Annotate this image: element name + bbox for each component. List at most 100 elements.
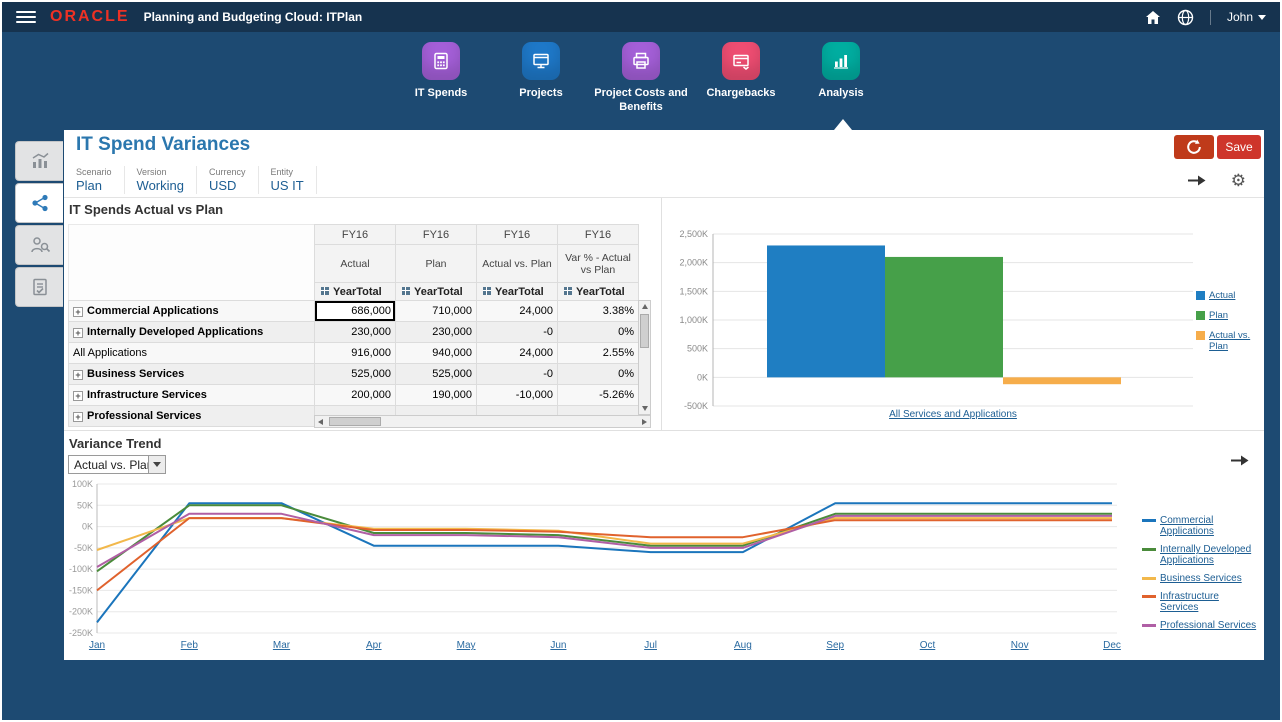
user-menu[interactable]: John	[1227, 10, 1266, 24]
grid-cell[interactable]: 230,000	[396, 322, 477, 343]
settings-gear-icon[interactable]: ⚙	[1231, 172, 1246, 189]
column-header-year[interactable]: FY16	[477, 225, 558, 245]
legend-item-internally-developed-applications[interactable]: Internally Developed Applications	[1142, 544, 1260, 566]
legend-item-actual-vs-plan[interactable]: Actual vs. Plan	[1196, 330, 1260, 352]
pov-dim-value[interactable]: US IT	[271, 178, 304, 193]
expand-icon[interactable]: +	[73, 412, 83, 422]
expand-icon[interactable]: +	[73, 307, 83, 317]
grid-cell[interactable]: 710,000	[396, 301, 477, 322]
grid-cell[interactable]: -0	[477, 364, 558, 385]
horizontal-scroll-thumb[interactable]	[329, 417, 381, 426]
row-header-all-applications[interactable]: All Applications	[69, 343, 315, 364]
column-header-measure[interactable]: Actual vs. Plan	[477, 245, 558, 283]
month-label-aug[interactable]: Aug	[734, 640, 752, 651]
month-label-nov[interactable]: Nov	[1011, 640, 1029, 651]
row-header-professional-services[interactable]: +Professional Services	[69, 406, 315, 427]
horizontal-scrollbar[interactable]	[314, 415, 651, 428]
month-label-oct[interactable]: Oct	[920, 640, 936, 651]
column-header-period[interactable]: YearTotal	[315, 283, 396, 301]
legend-item-infrastructure-services[interactable]: Infrastructure Services	[1142, 591, 1260, 613]
save-button[interactable]: Save	[1217, 135, 1261, 159]
bar-actual-vs-plan[interactable]	[1003, 377, 1121, 384]
nav-item-projects[interactable]: Projects	[491, 34, 591, 101]
refresh-button[interactable]	[1174, 135, 1214, 159]
nav-item-project-costs[interactable]: Project Costs and Benefits	[591, 34, 691, 115]
month-label-jan[interactable]: Jan	[89, 640, 105, 651]
column-header-period[interactable]: YearTotal	[477, 283, 558, 301]
expand-icon[interactable]: +	[73, 391, 83, 401]
side-tab-sharing[interactable]	[15, 183, 63, 223]
trend-go-arrow-icon[interactable]	[1230, 454, 1250, 472]
side-tab-chart[interactable]	[15, 141, 63, 181]
home-icon[interactable]	[1145, 10, 1161, 25]
scroll-down-button[interactable]	[639, 403, 650, 414]
grid-cell[interactable]: -5.26%	[558, 385, 639, 406]
month-label-sep[interactable]: Sep	[826, 640, 844, 651]
globe-icon[interactable]	[1177, 9, 1194, 26]
month-label-jun[interactable]: Jun	[550, 640, 566, 651]
bar-plan[interactable]	[885, 257, 1003, 377]
go-arrow-icon[interactable]	[1187, 174, 1207, 187]
grid-cell[interactable]: 24,000	[477, 301, 558, 322]
nav-item-analysis[interactable]: Analysis	[791, 34, 891, 101]
pov-dim-value[interactable]: USD	[209, 178, 246, 193]
pov-dim-value[interactable]: Working	[137, 178, 184, 193]
column-header-measure[interactable]: Var % - Actual vs Plan	[558, 245, 639, 283]
grid-cell[interactable]: 230,000	[315, 322, 396, 343]
dropdown-button[interactable]	[148, 456, 165, 473]
column-header-measure[interactable]: Plan	[396, 245, 477, 283]
month-label-mar[interactable]: Mar	[273, 640, 291, 651]
row-header-business-services[interactable]: +Business Services	[69, 364, 315, 385]
month-label-dec[interactable]: Dec	[1103, 640, 1121, 651]
trend-measure-select[interactable]: Actual vs. Plan	[68, 455, 166, 474]
bar-actual[interactable]	[767, 245, 885, 377]
legend-item-business-services[interactable]: Business Services	[1142, 573, 1260, 584]
grid-cell[interactable]: 24,000	[477, 343, 558, 364]
pov-dim-value[interactable]: Plan	[76, 178, 112, 193]
scroll-up-button[interactable]	[639, 301, 650, 312]
expand-icon[interactable]: +	[73, 370, 83, 380]
column-header-year[interactable]: FY16	[396, 225, 477, 245]
legend-item-actual[interactable]: Actual	[1196, 290, 1260, 301]
column-header-year[interactable]: FY16	[558, 225, 639, 245]
legend-item-plan[interactable]: Plan	[1196, 310, 1260, 321]
column-header-period[interactable]: YearTotal	[558, 283, 639, 301]
all-services-link[interactable]: All Services and Applications	[713, 409, 1193, 420]
vertical-scrollbar[interactable]	[638, 300, 651, 415]
column-header-period[interactable]: YearTotal	[396, 283, 477, 301]
grid-cell[interactable]: 0%	[558, 322, 639, 343]
column-header-measure[interactable]: Actual	[315, 245, 396, 283]
month-label-feb[interactable]: Feb	[181, 640, 199, 651]
grid-cell[interactable]: -10,000	[477, 385, 558, 406]
scroll-left-button[interactable]	[315, 416, 326, 427]
row-header-commercial-applications[interactable]: +Commercial Applications	[69, 301, 315, 322]
row-header-internally-developed-applications[interactable]: +Internally Developed Applications	[69, 322, 315, 343]
legend-item-professional-services[interactable]: Professional Services	[1142, 620, 1260, 631]
vertical-scroll-thumb[interactable]	[640, 314, 649, 348]
grid-cell[interactable]: 3.38%	[558, 301, 639, 322]
grid-cell[interactable]: -0	[477, 322, 558, 343]
month-label-may[interactable]: May	[457, 640, 476, 651]
month-label-jul[interactable]: Jul	[644, 640, 657, 651]
nav-item-chargebacks[interactable]: Chargebacks	[691, 34, 791, 101]
row-header-infrastructure-services[interactable]: +Infrastructure Services	[69, 385, 315, 406]
nav-item-it-spends[interactable]: IT Spends	[391, 34, 491, 101]
menu-icon[interactable]	[16, 8, 36, 26]
grid-cell[interactable]: 2.55%	[558, 343, 639, 364]
side-tab-tasks[interactable]	[15, 267, 63, 307]
column-header-year[interactable]: FY16	[315, 225, 396, 245]
grid-cell[interactable]: 525,000	[315, 364, 396, 385]
grid-cell[interactable]: 940,000	[396, 343, 477, 364]
grid-cell[interactable]: 0%	[558, 364, 639, 385]
grid-cell[interactable]: 686,000	[315, 301, 396, 322]
grid-cell[interactable]: 525,000	[396, 364, 477, 385]
legend-item-commercial-applications[interactable]: Commercial Applications	[1142, 515, 1260, 537]
side-tab-person-audit[interactable]	[15, 225, 63, 265]
scroll-right-button[interactable]	[639, 416, 650, 427]
expand-icon[interactable]: +	[73, 328, 83, 338]
grid-cell[interactable]: 916,000	[315, 343, 396, 364]
grid-cell[interactable]: 190,000	[396, 385, 477, 406]
month-label-apr[interactable]: Apr	[366, 640, 382, 651]
grid-cell[interactable]: 200,000	[315, 385, 396, 406]
series-line-infrastructure-services[interactable]	[97, 518, 1112, 590]
